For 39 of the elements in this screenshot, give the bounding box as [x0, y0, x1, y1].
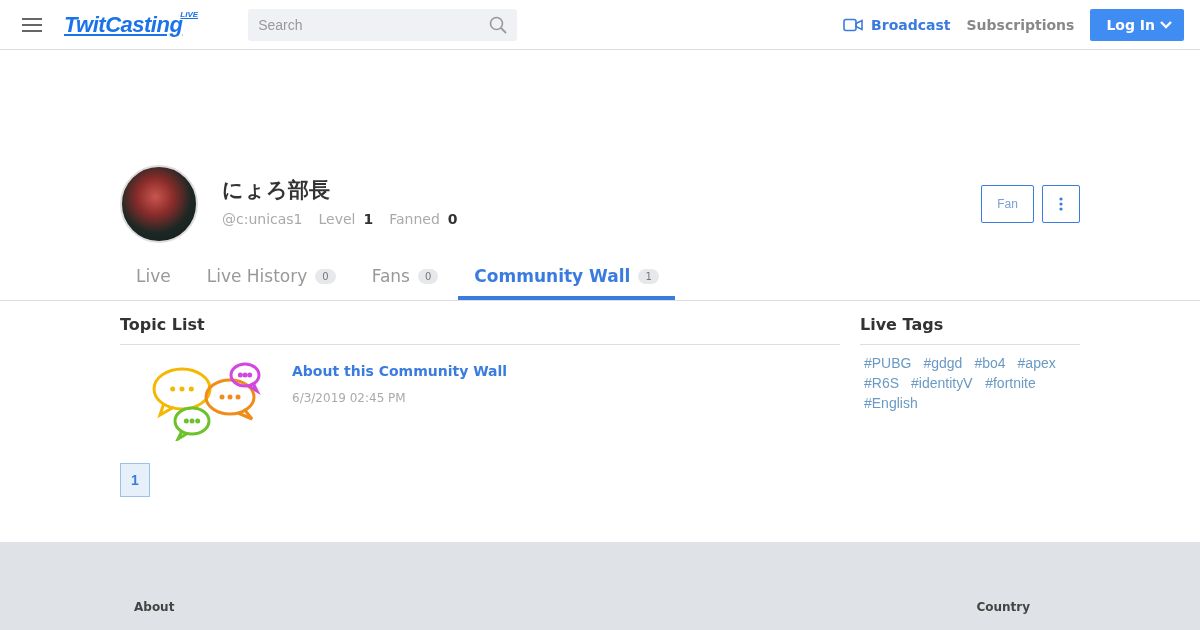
- nav-link[interactable]: Subscriptions: [966, 16, 1075, 33]
- tag-link[interactable]: #bo4: [974, 355, 1006, 371]
- section-title: Live Tags: [860, 315, 1080, 345]
- vertical-dots-icon: [1059, 197, 1063, 211]
- tag-link[interactable]: #PUBG: [864, 355, 912, 371]
- profile-tab[interactable]: Live: [120, 256, 187, 300]
- tag-link[interactable]: #identityⅤ: [911, 375, 974, 391]
- fan-button[interactable]: Fan: [981, 185, 1034, 223]
- count-badge: 0: [418, 268, 439, 284]
- search-icon[interactable]: [489, 15, 508, 34]
- tag-link[interactable]: #English: [864, 395, 918, 411]
- count-badge: 1: [638, 268, 659, 284]
- tag-link[interactable]: #apex: [1017, 355, 1056, 371]
- footer-heading: About: [134, 600, 175, 616]
- tag-link[interactable]: #fortnite: [985, 375, 1036, 391]
- topic-link[interactable]: About this Community Wall: [292, 363, 508, 379]
- profile-tab[interactable]: Live History 0: [190, 256, 352, 300]
- more-button[interactable]: [1042, 185, 1080, 223]
- count-badge: 0: [315, 268, 336, 284]
- stat-value: 1: [363, 210, 374, 227]
- login-button[interactable]: Log In: [1090, 8, 1184, 41]
- chevron-down-icon: [1160, 20, 1172, 29]
- broadcast-link[interactable]: Broadcast: [843, 16, 951, 33]
- stat-value: 0: [447, 210, 458, 227]
- topic-date: 6/3/2019 02:45 PM: [292, 391, 406, 405]
- search-field[interactable]: Search: [248, 8, 518, 41]
- profile-tab[interactable]: Fans 0: [355, 256, 455, 300]
- video-camera-icon: [843, 17, 864, 32]
- page-button[interactable]: 1: [120, 463, 150, 497]
- stat-label: Fanned: [389, 210, 440, 227]
- profile-tab[interactable]: Community Wall 1: [458, 256, 675, 300]
- stat-label: Level: [318, 210, 356, 227]
- user-handle: @c:unicas1: [222, 210, 303, 227]
- tag-link[interactable]: #gdgd: [923, 355, 963, 371]
- section-title: Topic List: [120, 315, 840, 345]
- tag-link[interactable]: #R6S: [864, 375, 900, 391]
- user-name: にょろ部長: [222, 176, 330, 204]
- menu-icon[interactable]: [22, 16, 42, 33]
- footer-heading: Country: [976, 600, 1030, 616]
